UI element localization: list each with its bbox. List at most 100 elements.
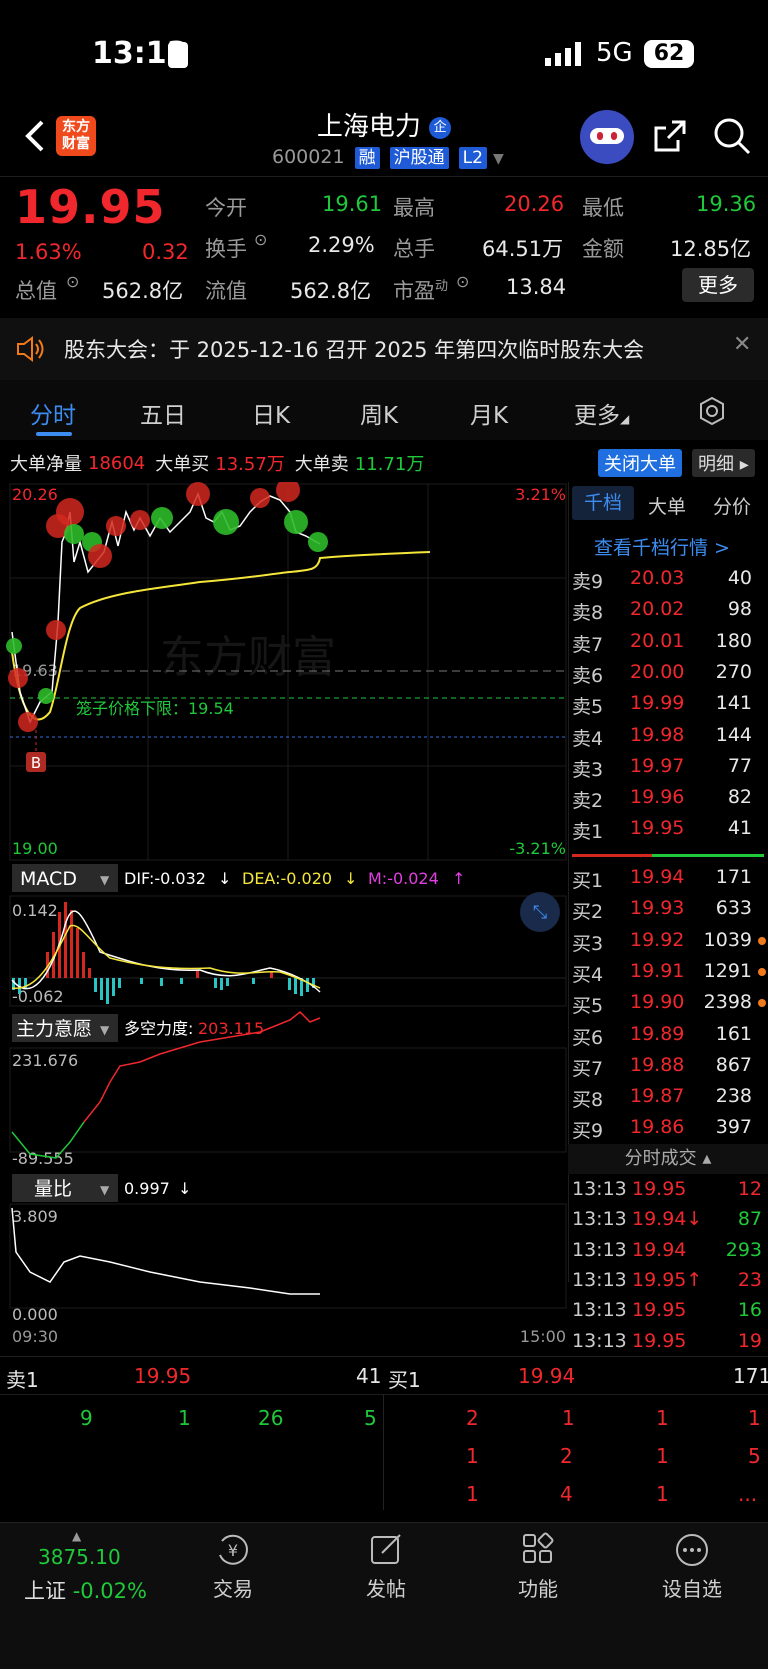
tick-price: 19.95	[632, 1329, 687, 1352]
bid-price: 19.88	[630, 1053, 685, 1076]
buy-label: 大单买	[155, 454, 210, 475]
notice-bar[interactable]: 股东大会：于 2025-12-16 召开 2025 年第四次临时股东大会 ✕	[0, 318, 768, 380]
trade-icon[interactable]: ¥	[214, 1531, 252, 1569]
tab-big[interactable]: 大单	[648, 492, 686, 519]
high-value: 20.26	[504, 192, 565, 216]
big-order-dot	[758, 936, 766, 945]
search-icon[interactable]	[712, 116, 752, 156]
sell-label: 大单卖	[294, 454, 349, 475]
ask-row[interactable]: 卖7 20.01 180	[570, 628, 766, 658]
open-label: 今开	[205, 196, 247, 220]
bid-price: 19.91	[630, 959, 685, 982]
tick-time: 13:13	[572, 1178, 627, 1200]
tick-row: 13:13 19.94 293	[570, 1237, 766, 1267]
stock-name: 上海电力	[316, 112, 421, 142]
pe-label: 市盈动	[393, 279, 449, 303]
ask-row[interactable]: 卖8 20.02 98	[570, 596, 766, 626]
tab-more[interactable]: 更多◢	[574, 396, 629, 430]
tick-time: 13:13	[572, 1208, 627, 1231]
buy-queue-item: 5	[748, 1444, 761, 1468]
volume-value: 64.51万	[482, 237, 564, 261]
stock-code-line[interactable]: 600021 融 沪股通 L2 ▼	[272, 146, 504, 169]
more-button[interactable]: 更多	[682, 268, 754, 302]
tick-price: 19.95	[632, 1178, 687, 1200]
open-value: 19.61	[322, 192, 383, 216]
bid-price: 19.89	[630, 1022, 685, 1045]
tab-daily-k[interactable]: 日K	[252, 396, 290, 430]
amount-label: 金额	[582, 237, 624, 261]
ask-label: 卖7	[572, 633, 604, 656]
index-value[interactable]: 3875.10	[38, 1545, 121, 1569]
tab-thousand[interactable]: 千档	[572, 486, 634, 520]
add-watchlist-label[interactable]: 设自选	[642, 1573, 742, 1602]
detail-button[interactable]: 明细 ▸	[692, 449, 755, 477]
level-buy-vol: 171	[733, 1364, 768, 1388]
ask-row[interactable]: 卖2 19.96 82	[570, 784, 766, 814]
bid-row[interactable]: 买7 19.88 867	[570, 1052, 766, 1082]
info-icon[interactable]: ⊙	[456, 272, 469, 291]
function-label[interactable]: 功能	[488, 1573, 588, 1602]
bid-label: 买7	[572, 1057, 604, 1080]
buy-value: 13.57万	[215, 454, 285, 475]
bid-label: 买4	[572, 963, 604, 986]
ask-row[interactable]: 卖5 19.99 141	[570, 690, 766, 720]
signal-icon	[545, 42, 581, 66]
bid-row[interactable]: 买5 19.90 2398	[570, 989, 766, 1019]
ask-label: 卖3	[572, 758, 604, 781]
tab-intraday[interactable]: 分时	[30, 396, 76, 430]
function-icon[interactable]	[520, 1531, 556, 1567]
trade-label[interactable]: 交易	[183, 1573, 283, 1602]
ask-row[interactable]: 卖6 20.00 270	[570, 659, 766, 689]
ask-row[interactable]: 卖1 19.95 41	[570, 815, 766, 845]
bid-volume: 867	[715, 1053, 752, 1076]
sell-queue-item: 1	[178, 1406, 191, 1430]
depth-link[interactable]: 查看千档行情 >	[594, 533, 730, 560]
bid-row[interactable]: 买1 19.94 171	[570, 864, 766, 894]
assistant-robot-icon[interactable]	[580, 110, 634, 164]
tick-time: 13:13	[572, 1268, 627, 1291]
low-label: 最低	[582, 196, 624, 220]
mktcap-label: 总值	[15, 279, 57, 303]
bid-row[interactable]: 买8 19.87 238	[570, 1083, 766, 1113]
more-dots-icon[interactable]	[673, 1531, 711, 1569]
tick-row: 13:13 19.95↑ 23	[570, 1267, 766, 1297]
ticks-title[interactable]: 分时成交 ▴	[568, 1144, 768, 1174]
ask-row[interactable]: 卖4 19.98 144	[570, 722, 766, 752]
ask-volume: 77	[727, 754, 752, 777]
bid-row[interactable]: 买3 19.92 1039	[570, 927, 766, 957]
share-icon[interactable]	[652, 118, 688, 154]
info-icon[interactable]: ⊙	[66, 272, 79, 291]
stock-code: 600021	[272, 146, 345, 168]
high-label: 最高	[393, 196, 435, 220]
tab-monthly-k[interactable]: 月K	[470, 396, 508, 430]
level-sell-price: 19.95	[134, 1364, 192, 1388]
svg-text:↓: ↓	[178, 1179, 191, 1198]
close-big-order-button[interactable]: 关闭大单	[598, 449, 682, 477]
buy-queue-item: 1	[748, 1406, 761, 1430]
bid-row[interactable]: 买9 19.86 397	[570, 1114, 766, 1144]
tab-price[interactable]: 分价	[713, 492, 751, 519]
post-label[interactable]: 发帖	[336, 1573, 436, 1602]
ask-bar	[572, 854, 652, 857]
post-icon[interactable]	[368, 1531, 404, 1567]
ask-row[interactable]: 卖3 19.97 77	[570, 753, 766, 783]
info-icon[interactable]: ⊙	[254, 230, 267, 249]
tab-weekly-k[interactable]: 周K	[360, 396, 398, 430]
close-icon[interactable]: ✕	[733, 332, 751, 357]
ask-row[interactable]: 卖9 20.03 40	[570, 565, 766, 595]
tab-five-day[interactable]: 五日	[140, 396, 186, 430]
settings-gear-icon[interactable]	[697, 396, 727, 426]
bid-row[interactable]: 买4 19.91 1291	[570, 958, 766, 988]
bid-row[interactable]: 买6 19.89 161	[570, 1021, 766, 1051]
svg-text:↑: ↑	[452, 869, 465, 888]
bid-row[interactable]: 买2 19.93 633	[570, 895, 766, 925]
tab-indicator	[36, 432, 72, 436]
buy-queue-item: 4	[560, 1482, 573, 1506]
ask-volume: 141	[715, 692, 752, 715]
level-buy-price: 19.94	[518, 1364, 576, 1388]
bottom-toolbar: ▲ 3875.10 上证 -0.02% ¥ 交易 发帖 功能 设自选	[0, 1522, 768, 1669]
buy-queue-item: 1	[656, 1482, 669, 1506]
index-line[interactable]: 上证 -0.02%	[24, 1575, 147, 1605]
intraday-chart[interactable]: 东方财富 笼子价格下限：19.54 20.26 19.00 3.21% -3.2…	[0, 482, 570, 1514]
net-value: 18604	[88, 452, 146, 474]
